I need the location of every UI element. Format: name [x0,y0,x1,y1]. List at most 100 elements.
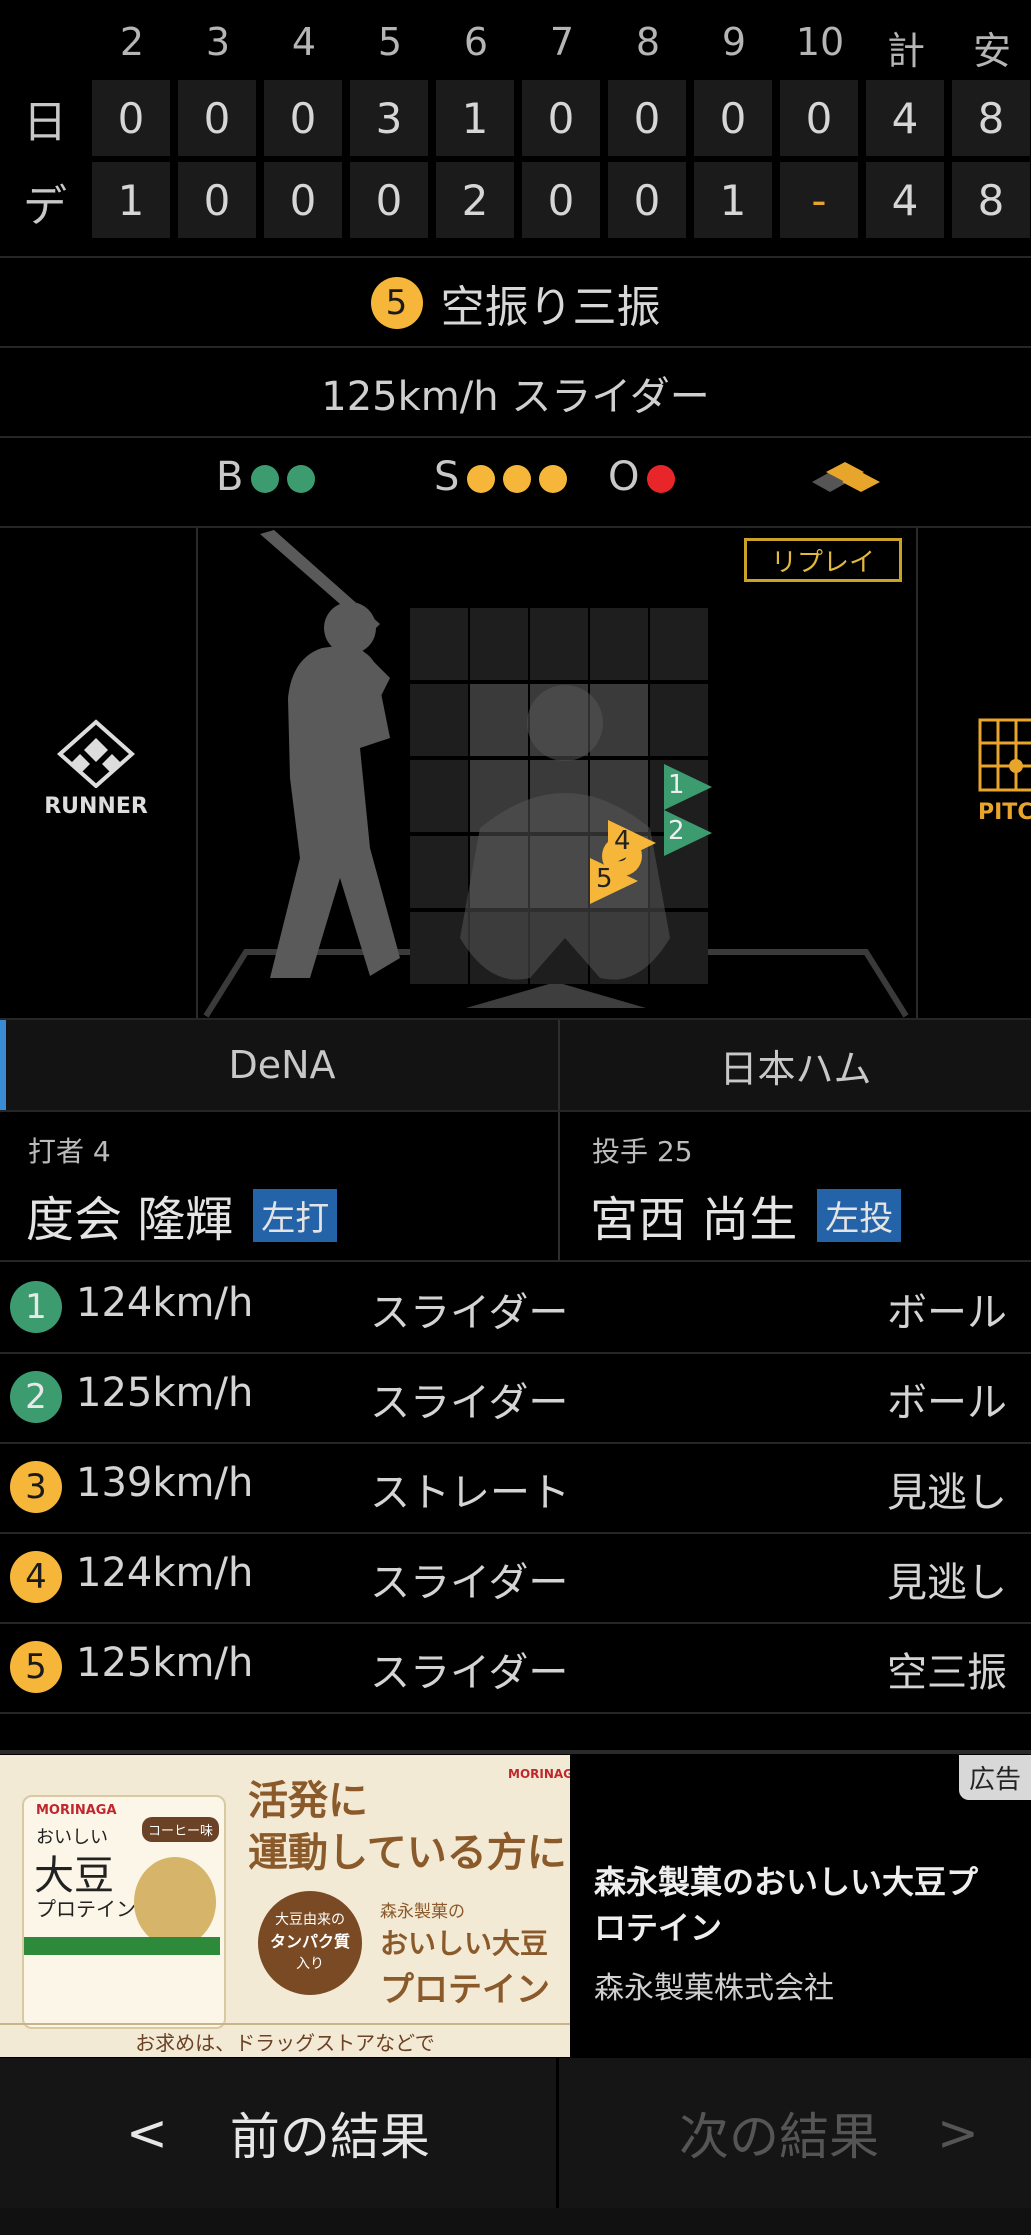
pitch-speed: 124km/h [76,1550,254,1596]
ad-company: 森永製菓株式会社 [594,1971,834,2006]
inning-header: 2 [119,20,145,64]
replay-button[interactable]: リプレイ [744,538,902,582]
pack-flavor: コーヒー味 [142,1817,220,1842]
ad-brand-logo: MORINAGA [508,1767,570,1781]
runner-button[interactable]: RUNNER [36,718,156,838]
diamond-icon [56,719,136,789]
pitch-speed: 139km/h [76,1460,254,1506]
pitch-marker-label: 5 [596,864,613,894]
badge-line3: 入り [296,1956,324,1972]
divider [0,2023,570,2025]
pitch-result: ボール [887,1290,1007,1336]
pitch-number-badge: 3 [10,1461,62,1513]
bottom-overflow [0,2208,1031,2235]
ad-headline-line2: 運動している方に [248,1830,567,1876]
divider [916,528,918,1018]
pitcher-label: PITC [978,800,1031,825]
score-cell: 0 [608,80,686,156]
ad-product-name: 森永製菓の おいしい大豆 プロテイン [380,1897,550,2011]
right-line1: 森永製菓の [380,1902,465,1922]
pitch-speed: 125km/h [76,1370,254,1416]
out-label: O [608,454,640,500]
pitch-number-badge: 4 [10,1551,62,1603]
pitch-type: スライダー [370,1560,569,1606]
score-cell: 0 [780,80,858,156]
play-result: 5 空振り三振 [0,260,1031,346]
next-result-button[interactable]: 次の結果 > [559,2058,1031,2208]
ad-footer: お求めは、ドラッグストアなどで [135,2031,435,2055]
pitch-result: ボール [887,1380,1007,1426]
pitch-type: スライダー [370,1290,569,1336]
soybeans-image [134,1857,216,1947]
pitcher-name: 宮西 尚生 [590,1192,798,1248]
pitch-marker-ball: 1 [664,764,714,814]
hits-header: 安 [972,29,1011,73]
pitch-number-badge: 1 [10,1281,62,1333]
batting-hand-badge: 左打 [253,1189,338,1242]
pack-line3: プロテイン [36,1897,136,1921]
pitch-row: 4 124km/h スライダー 見逃し [0,1532,1031,1624]
pitch-marker-strike: 5 [590,858,640,908]
product-pack: MORINAGA おいしい 大豆 プロテイン コーヒー味 [22,1795,226,2029]
tab-nipponham[interactable]: 日本ハム [560,1020,1031,1110]
ad-banner[interactable]: MORINAGA おいしい 大豆 プロテイン コーヒー味 活発に 運動している方… [0,1755,1031,2057]
score-cell: 1 [694,162,772,238]
runner-label: RUNNER [44,794,148,819]
prev-result-button[interactable]: < 前の結果 [0,2058,556,2208]
bases-icon [812,462,880,492]
batter-info: 打者 4 度会 隆輝 左打 [0,1112,558,1260]
pitch-speed: 124km/h [76,1280,254,1326]
inning-header: 7 [549,20,575,64]
out-dot [647,465,676,493]
result-navigation: < 前の結果 次の結果 > [0,2058,1031,2208]
inning-header: 8 [635,20,661,64]
inning-header: 10 [795,20,845,64]
pitch-row: 3 139km/h ストレート 見逃し [0,1442,1031,1534]
pitcher-name-line: 宮西 尚生 左投 [590,1180,902,1250]
inning-header: 9 [721,20,747,64]
pitch-marker-ball: 2 [664,810,714,860]
ad-image[interactable]: MORINAGA おいしい 大豆 プロテイン コーヒー味 活発に 運動している方… [0,1755,570,2057]
pitcher-button[interactable]: PITC [978,718,1031,838]
score-cell: 0 [608,162,686,238]
right-line3: プロテイン [380,1970,550,2010]
tab-dena[interactable]: DeNA [6,1020,558,1110]
team-tabs: DeNA 日本ハム [0,1020,1031,1110]
pitch-marker-label: 2 [668,816,685,846]
inning-header: 6 [463,20,489,64]
score-cell: 0 [264,162,342,238]
balls-count: B [216,454,316,500]
divider [0,436,1031,438]
grid-icon [978,718,1031,792]
strike-label: S [434,454,460,500]
score-cell: 2 [436,162,514,238]
count-indicator: B S O [0,440,1031,526]
divider [196,528,198,1018]
score-cell: 0 [522,80,600,156]
divider [0,346,1031,348]
pitch-result: 見逃し [887,1470,1007,1516]
ad-title[interactable]: 森永製菓のおいしい大豆プロテイン [594,1859,1004,1951]
ad-headline: 活発に 運動している方に [248,1775,567,1879]
ball-label: B [216,454,244,500]
hits-cell: 8 [952,80,1030,156]
next-result-label: 次の結果 [679,2108,879,2166]
pitch-marker-label: 4 [614,826,631,856]
score-cell: 0 [264,80,342,156]
right-line2: おいしい大豆 [380,1927,549,1960]
pitch-result: 見逃し [887,1560,1007,1606]
pack-brand: MORINAGA [36,1803,117,1818]
pitch-number-badge: 2 [10,1371,62,1423]
ad-badge: 広告 [958,1755,1031,1800]
pack-stripe [24,1937,220,1955]
batter-role: 打者 4 [28,1135,111,1168]
strike-dot [503,465,532,493]
ball-dot [251,465,280,493]
badge-line2: タンパク質 [269,1932,350,1951]
pitch-marker-label: 1 [668,770,685,800]
inning-header: 4 [291,20,317,64]
score-cell: 0 [92,80,170,156]
score-cell: 1 [92,162,170,238]
batter-name: 度会 隆輝 [26,1192,234,1248]
team-abbr: 日 [23,97,67,148]
